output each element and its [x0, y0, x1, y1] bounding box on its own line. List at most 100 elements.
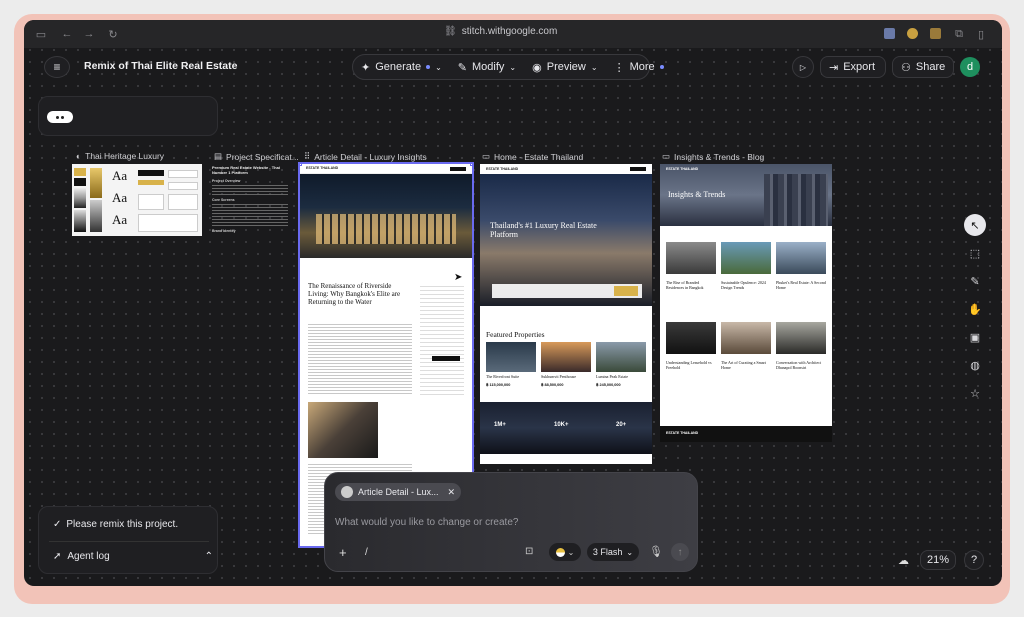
prompt-input[interactable]: What would you like to change or create?: [335, 517, 518, 528]
export-icon: ⇥: [829, 61, 839, 74]
home-frame[interactable]: ESTATE THAILAND Thailand's #1 Luxury Rea…: [480, 164, 652, 464]
frame-label-home[interactable]: ▭ Home - Estate Thailand: [482, 151, 583, 162]
property-image: [541, 342, 591, 372]
cloud-sync-icon[interactable]: ☁: [898, 554, 909, 567]
zoom-level[interactable]: 21%: [920, 550, 956, 570]
avatar[interactable]: d: [960, 57, 980, 77]
blog-hero-image: ESTATE THAILAND Insights & Trends: [660, 164, 832, 226]
chevron-down-icon: ⌄: [626, 547, 634, 557]
more-label: More: [629, 61, 655, 73]
export-label: Export: [843, 61, 876, 73]
address-bar[interactable]: ⛓ stitch.withgoogle.com: [444, 26, 557, 37]
type-sample: Aa: [112, 212, 128, 227]
menu-button[interactable]: ≡: [44, 56, 70, 78]
extension-icon[interactable]: [907, 28, 918, 39]
modify-button[interactable]: ✎ Modify ⌄: [450, 55, 524, 79]
add-icon[interactable]: +: [339, 545, 347, 560]
play-icon: ▷: [799, 62, 807, 72]
type-sample: Aa: [112, 168, 128, 183]
more-vertical-icon: ⋮: [613, 61, 625, 74]
chevron-down-icon: ⌄: [567, 547, 575, 557]
blog-card-title: The Art of Curating a Smart Home: [721, 360, 766, 370]
blog-brand: ESTATE THAILAND: [666, 167, 699, 171]
export-button[interactable]: ⇥ Export: [820, 56, 886, 78]
frame-label-spec[interactable]: ▤ Project Specificat...: [214, 151, 299, 162]
context-chip[interactable]: Article Detail - Lux... ✕: [335, 483, 461, 501]
microphone-icon[interactable]: 🎙: [649, 545, 663, 558]
chevron-down-icon: ⌄: [435, 62, 442, 72]
generate-button[interactable]: ✦ Generate ⌄: [353, 55, 450, 79]
rocket-icon: ➚: [53, 551, 62, 562]
frame-label-text: Insights & Trends - Blog: [674, 151, 765, 162]
frame-label-heritage[interactable]: ◐ Thai Heritage Luxury: [76, 151, 164, 161]
select-tool-icon[interactable]: ↖: [964, 214, 986, 236]
more-button[interactable]: ⋮ More: [606, 55, 672, 79]
frame-label-article[interactable]: ⠿ Article Detail - Luxury Insights: [304, 151, 427, 162]
chat-composer: Article Detail - Lux... ✕ What would you…: [324, 472, 698, 572]
spec-document-frame[interactable]: Premium Real Estate Website - Thai Numbe…: [210, 164, 290, 240]
property-name: The Riverfront Suite: [486, 374, 520, 379]
hand-tool-icon[interactable]: ✋: [964, 298, 986, 320]
typing-indicator: [47, 111, 73, 123]
forward-icon[interactable]: →: [82, 27, 96, 41]
extension-icon[interactable]: [930, 28, 941, 39]
main-toolbar: ✦ Generate ⌄ ✎ Modify ⌄ ◉ Preview ⌄ ⋮ Mo…: [352, 54, 664, 80]
project-title[interactable]: Remix of Thai Elite Real Estate: [84, 60, 237, 72]
app-window: ▭ ← → ↻ ⛓ stitch.withgoogle.com ⧉ ▯ ≡ Re…: [24, 20, 1002, 586]
people-icon: ⚇: [901, 61, 911, 74]
reload-icon[interactable]: ↻: [106, 27, 120, 41]
tabs-icon[interactable]: ⧉: [952, 27, 966, 41]
remix-status: ✓ Please remix this project.: [53, 519, 178, 530]
frame-label-text: Thai Heritage Luxury: [85, 151, 165, 161]
theme-palette-icon[interactable]: ◍: [964, 354, 986, 376]
marquee-tool-icon[interactable]: ⬚: [964, 242, 986, 264]
model-selector[interactable]: 3 Flash ⌄: [587, 543, 639, 561]
close-icon[interactable]: ✕: [447, 487, 455, 498]
blog-footer-brand: ESTATE THAILAND: [666, 431, 699, 435]
sparkle-icon: ✦: [361, 61, 371, 74]
blog-card-title: Understanding Leasehold vs Freehold: [666, 360, 712, 370]
chevron-down-icon: ⌄: [590, 62, 598, 72]
home-hero-title: Thailand's #1 Luxury Real Estate Platfor…: [490, 221, 597, 239]
extension-icon[interactable]: [884, 28, 895, 39]
agent-log-label: Agent log: [67, 551, 110, 562]
blog-card-image: [666, 242, 716, 274]
agent-log-toggle[interactable]: ➚ Agent log ⌃: [53, 551, 213, 562]
spec-heading: Project Overview: [212, 178, 241, 183]
chevron-down-icon: ⌄: [509, 62, 517, 72]
article-hero-image: [300, 174, 472, 258]
blog-card-image: [666, 322, 716, 354]
frame-label-blog[interactable]: ▭ Insights & Trends - Blog: [662, 151, 764, 162]
slash-command-button[interactable]: /: [365, 547, 368, 558]
theme-selector[interactable]: ⌄: [549, 543, 581, 561]
back-icon[interactable]: ←: [60, 27, 74, 41]
pencil-icon: ✎: [457, 61, 468, 74]
status-dot: [426, 65, 431, 69]
play-button[interactable]: ▷: [792, 56, 814, 78]
preview-button[interactable]: ◉ Preview ⌄: [524, 55, 605, 79]
help-button[interactable]: ?: [964, 550, 984, 570]
send-button[interactable]: ↑: [671, 543, 689, 561]
grid-dots-icon: ⠿: [304, 151, 311, 161]
property-name: Lumina Peak Estate: [596, 374, 628, 379]
image-tool-icon[interactable]: ▣: [964, 326, 986, 348]
pen-tool-icon[interactable]: ✎: [964, 270, 986, 292]
article-inline-image: [308, 402, 378, 458]
blog-card-image: [776, 242, 826, 274]
check-circle-icon: ✓: [53, 519, 62, 530]
star-icon[interactable]: ☆: [964, 382, 986, 404]
sidebar-right-icon[interactable]: ▯: [974, 27, 988, 41]
help-icon: ?: [970, 554, 978, 566]
attach-screen-icon[interactable]: ⊡: [525, 546, 533, 557]
sidebar-toggle-icon[interactable]: ▭: [34, 27, 48, 41]
blog-card-image: [721, 322, 771, 354]
mouse-cursor-icon: ➤: [454, 272, 463, 283]
type-sample: Aa: [112, 190, 128, 205]
heritage-style-frame[interactable]: Aa Aa Aa: [72, 164, 202, 236]
share-button[interactable]: ⚇ Share: [892, 56, 954, 78]
blog-card-title: Conversation with Architect Dhanapol Boo…: [776, 360, 822, 370]
frame-label-text: Project Specificat...: [226, 151, 299, 162]
stat-value: 20+: [616, 422, 627, 428]
home-brand: ESTATE THAILAND: [486, 166, 519, 171]
blog-frame[interactable]: ESTATE THAILAND Insights & Trends The Ri…: [660, 164, 832, 442]
